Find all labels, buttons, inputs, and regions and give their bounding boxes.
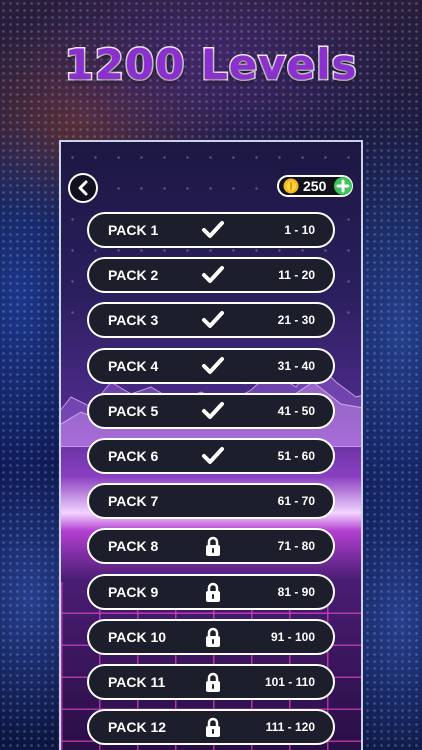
coin-balance: 250 <box>277 175 353 197</box>
pack-row-6[interactable]: PACK 6 51 - 60 <box>87 438 335 474</box>
pack-name: PACK 8 <box>108 538 159 554</box>
pack-level-range: 21 - 30 <box>277 313 315 327</box>
lock-icon <box>206 627 220 647</box>
pack-level-range: 61 - 70 <box>277 494 315 508</box>
lock-icon <box>206 582 220 602</box>
pack-row-11[interactable]: PACK 11 101 - 110 <box>87 664 335 700</box>
back-button[interactable] <box>68 173 98 203</box>
pack-level-range: 41 - 50 <box>277 404 315 418</box>
pack-name: PACK 1 <box>108 222 159 238</box>
pack-row-8[interactable]: PACK 8 71 - 80 <box>87 528 335 564</box>
checkmark-icon <box>202 311 224 328</box>
pack-level-range: 71 - 80 <box>277 539 315 553</box>
pack-level-range: 1 - 10 <box>284 223 315 237</box>
pack-level-range: 101 - 110 <box>264 675 315 689</box>
pack-row-2[interactable]: PACK 2 11 - 20 <box>87 257 335 293</box>
pack-name: PACK 3 <box>108 312 159 328</box>
pack-level-range: 31 - 40 <box>277 359 315 373</box>
pack-row-4[interactable]: PACK 4 31 - 40 <box>87 348 335 384</box>
pack-level-range: 111 - 120 <box>265 720 315 734</box>
pack-row-7[interactable]: PACK 7 61 - 70 <box>87 483 335 519</box>
lock-icon <box>206 672 220 692</box>
pack-row-9[interactable]: PACK 9 81 - 90 <box>87 574 335 610</box>
checkmark-icon <box>202 266 224 283</box>
pack-name: PACK 10 <box>108 629 167 645</box>
pack-level-range: 91 - 100 <box>270 630 315 644</box>
pack-level-range: 81 - 90 <box>277 585 315 599</box>
coin-icon <box>283 178 299 194</box>
pack-name: PACK 5 <box>108 403 159 419</box>
checkmark-icon <box>202 357 224 374</box>
pack-level-range: 11 - 20 <box>278 268 315 282</box>
pack-name: PACK 4 <box>108 358 159 374</box>
pack-name: PACK 2 <box>108 267 159 283</box>
coin-count: 250 <box>303 178 327 194</box>
checkmark-icon <box>202 221 224 238</box>
pack-row-12[interactable]: PACK 12 111 - 120 <box>87 709 335 745</box>
pack-row-5[interactable]: PACK 5 41 - 50 <box>87 393 335 429</box>
pack-row-3[interactable]: PACK 3 21 - 30 <box>87 302 335 338</box>
pack-level-range: 51 - 60 <box>277 449 315 463</box>
pack-row-10[interactable]: PACK 10 91 - 100 <box>87 619 335 655</box>
chevron-left-icon <box>78 180 88 196</box>
checkmark-icon <box>202 447 224 464</box>
lock-icon <box>206 536 220 556</box>
pack-name: PACK 11 <box>108 674 166 690</box>
pack-name: PACK 12 <box>108 719 167 735</box>
add-coins-button[interactable] <box>334 177 352 195</box>
lock-icon <box>206 717 220 737</box>
pack-name: PACK 6 <box>108 448 159 464</box>
checkmark-icon <box>202 402 224 419</box>
pack-name: PACK 7 <box>108 493 159 509</box>
pack-row-1[interactable]: PACK 1 1 - 10 <box>87 212 335 248</box>
plus-icon <box>336 179 350 193</box>
page-title: 1200 Levels <box>63 39 358 91</box>
pack-name: PACK 9 <box>108 584 159 600</box>
